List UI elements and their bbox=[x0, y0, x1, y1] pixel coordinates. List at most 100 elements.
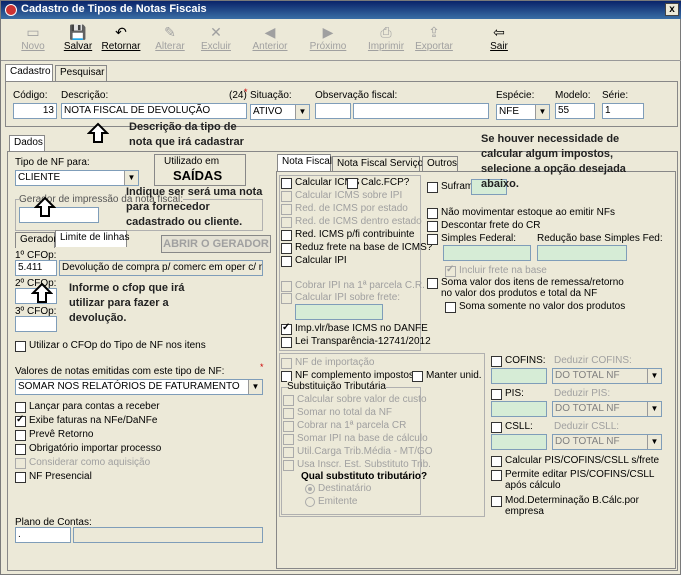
utilizar-cfop-checkbox[interactable]: Utilizar o CFOp do Tipo de NF nos itens bbox=[15, 340, 206, 352]
toolbar-imprimir-button[interactable]: ⎙ Imprimir bbox=[364, 23, 408, 59]
tab-nota-fiscal-servico[interactable]: Nota Fiscal Serviço bbox=[332, 156, 423, 172]
chevron-down-icon[interactable]: ▼ bbox=[124, 171, 138, 185]
deduzir-cofins-select[interactable]: DO TOTAL NF ▼ bbox=[552, 368, 662, 384]
toolbar-exportar-button[interactable]: ⇪ Exportar bbox=[412, 23, 456, 59]
tab-gerador[interactable]: Gerador bbox=[15, 232, 57, 248]
gerador-field[interactable] bbox=[19, 207, 99, 223]
tipo-nf-select[interactable]: CLIENTE ▼ bbox=[15, 170, 139, 186]
cfop3-field[interactable] bbox=[15, 316, 57, 332]
toolbar-sair-button[interactable]: ⇦ Sair bbox=[477, 23, 521, 59]
nf-presencial-checkbox[interactable]: NF Presencial bbox=[15, 471, 92, 483]
somar-no-total-da-nf-checkbox[interactable]: Somar no total da NF bbox=[283, 407, 392, 419]
reduz-frete-na-base-de-icms-checkbox[interactable]: Reduz frete na base de ICMS? bbox=[281, 242, 432, 254]
simples-federal-field[interactable] bbox=[443, 245, 531, 261]
title-bar: Cadastro de Tipos de Notas Fiscais x bbox=[1, 1, 681, 19]
toolbar-exportar-label: Exportar bbox=[415, 41, 453, 52]
tab-nota-fiscal[interactable]: Nota Fiscal bbox=[277, 154, 332, 171]
imp-vlr-base-icms-no-danfe-checkbox[interactable]: Imp.vlr/base ICMS no DANFE bbox=[281, 322, 428, 335]
obs-fiscal-code[interactable] bbox=[315, 103, 351, 119]
chevron-down-icon[interactable]: ▼ bbox=[248, 380, 262, 394]
tab-dados[interactable]: Dados bbox=[9, 135, 45, 152]
nf-de-importacao-checkbox[interactable]: NF de importação bbox=[281, 357, 374, 369]
chevron-down-icon[interactable]: ▼ bbox=[647, 369, 661, 383]
red-icms-p-fi-contribuinte-checkbox[interactable]: Red. ICMS p/fi contribuinte bbox=[281, 229, 415, 241]
calcular-ipi-checkbox[interactable]: Calcular IPI bbox=[281, 255, 347, 267]
obrigatorio-importar-processo-checkbox[interactable]: Obrigatório importar processo bbox=[15, 443, 161, 455]
nao-movimentar-estoque-ao-emitir-nfs-checkbox[interactable]: Não movimentar estoque ao emitir NFs bbox=[427, 207, 615, 219]
reducao-field[interactable] bbox=[537, 245, 627, 261]
chevron-down-icon[interactable]: ▼ bbox=[647, 402, 661, 416]
red-de-icms-dentro-estado-checkbox[interactable]: Red. de ICMS dentro estado bbox=[281, 216, 422, 228]
usa-inscr-est-substituto-trib-checkbox[interactable]: Usa Inscr. Est. Substituto Trib. bbox=[283, 459, 431, 471]
modelo-field[interactable]: 55 bbox=[555, 103, 595, 119]
cobrar-ipi-na-1-parcela-c-r-checkbox[interactable]: Cobrar IPI na 1ª parcela C.R. bbox=[281, 280, 425, 292]
tab-limite-linhas[interactable]: Limite de linhas bbox=[55, 230, 129, 247]
calcular-sobre-valor-de-custo-checkbox[interactable]: Calcular sobre valor de custo bbox=[283, 394, 427, 406]
toolbar-proximo-button[interactable]: ▶ Próximo bbox=[306, 23, 350, 59]
calcular-pis-cofins-csll-s-frete-checkbox[interactable]: Calcular PIS/COFINS/CSLL s/frete bbox=[491, 455, 671, 467]
calc-fcp-checkbox[interactable]: Calc.FCP? bbox=[347, 177, 409, 189]
somar-ipi-na-base-de-calculo-checkbox[interactable]: Somar IPI na base de cálculo bbox=[283, 433, 428, 445]
csll-field[interactable] bbox=[491, 434, 547, 450]
plano-contas-code[interactable]: . bbox=[15, 527, 71, 543]
permite-editar-pis-cofins-csll-apos-calculo-checkbox[interactable]: Permite editar PIS/COFINS/CSLL após cálc… bbox=[491, 469, 671, 491]
incluir-frete-checkbox[interactable]: Incluir frete na base bbox=[445, 264, 547, 277]
calcular-ipi-sobre-frete-checkbox[interactable]: Calcular IPI sobre frete: bbox=[281, 292, 400, 304]
soma-somente-checkbox[interactable]: Soma somente no valor dos produtos bbox=[445, 301, 625, 313]
descontar-frete-do-cr-checkbox[interactable]: Descontar frete do CR bbox=[427, 220, 541, 232]
chevron-down-icon[interactable]: ▼ bbox=[295, 105, 309, 119]
deduzir-pis-select[interactable]: DO TOTAL NF ▼ bbox=[552, 401, 662, 417]
util-carga-trib-media-mt-go-checkbox[interactable]: Util.Carga Trib.Média - MT/GO bbox=[283, 446, 433, 458]
pis-checkbox[interactable]: PIS: bbox=[491, 388, 524, 400]
situacao-select[interactable]: ATIVO ▼ bbox=[250, 104, 310, 120]
nf-complemento-impostos-checkbox[interactable]: NF complemento impostos bbox=[281, 370, 414, 382]
lancar-para-contas-a-receber-checkbox[interactable]: Lançar para contas a receber bbox=[15, 401, 160, 413]
toolbar-alterar-button[interactable]: ✎ Alterar bbox=[148, 23, 192, 59]
ipi-frete-field[interactable] bbox=[295, 304, 383, 320]
toolbar-excluir-button[interactable]: ✕ Excluir bbox=[194, 23, 238, 59]
toolbar-imprimir-label: Imprimir bbox=[367, 41, 405, 52]
soma-remessa-checkbox[interactable]: Soma valor dos itens de remessa/retorno … bbox=[427, 277, 632, 299]
obs-fiscal-desc[interactable] bbox=[353, 103, 489, 119]
save-icon: 💾 bbox=[69, 24, 87, 40]
calcular-icms-sobre-ipi-checkbox[interactable]: Calcular ICMS sobre IPI bbox=[281, 190, 402, 202]
cobrar-na-1-parcela-cr-checkbox[interactable]: Cobrar na 1ª parcela CR bbox=[283, 420, 406, 432]
cfop1-field[interactable]: 5.411 bbox=[15, 260, 57, 276]
annotation-tipo: Indique ser será uma nota para fornecedo… bbox=[126, 185, 268, 230]
mod-determinacao-b-calc-por-empresa-checkbox[interactable]: Mod.Determinação B.Cálc.por empresa bbox=[491, 495, 671, 517]
deduzir-cofins-value: DO TOTAL NF bbox=[555, 370, 620, 381]
descricao-field[interactable]: NOTA FISCAL DE DEVOLUÇÃO bbox=[61, 103, 247, 119]
exibe-faturas-na-nfe-danfe-checkbox[interactable]: Exibe faturas na NFe/DaNFe bbox=[15, 414, 157, 427]
simples-federal-checkbox[interactable]: Simples Federal: bbox=[427, 233, 516, 245]
abrir-gerador-button[interactable]: ABRIR O GERADOR bbox=[161, 235, 271, 253]
pis-field[interactable] bbox=[491, 401, 547, 417]
chevron-down-icon[interactable]: ▼ bbox=[647, 435, 661, 449]
toolbar-salvar-button[interactable]: 💾 Salvar bbox=[56, 23, 100, 59]
tab-cadastro[interactable]: Cadastro bbox=[5, 64, 53, 81]
cofins-checkbox[interactable]: COFINS: bbox=[491, 355, 546, 367]
csll-checkbox[interactable]: CSLL: bbox=[491, 421, 533, 433]
toolbar-novo-button[interactable]: ▭ Novo bbox=[11, 23, 55, 59]
substituto-emitente-radio[interactable]: Emitente bbox=[305, 496, 357, 507]
serie-field[interactable]: 1 bbox=[602, 103, 644, 119]
substituto-destinatario-radio[interactable]: Destinatário bbox=[305, 483, 371, 494]
manter-unid-checkbox[interactable]: Manter unid. bbox=[412, 370, 482, 382]
close-button[interactable]: x bbox=[665, 3, 679, 16]
lei-transparencia-12741-2012-checkbox[interactable]: Lei Transparência-12741/2012 bbox=[281, 336, 431, 348]
toolbar-retornar-button[interactable]: ↶ Retornar bbox=[99, 23, 143, 59]
codigo-field[interactable]: 13 bbox=[13, 103, 57, 119]
chevron-down-icon[interactable]: ▼ bbox=[535, 105, 549, 119]
toolbar-anterior-button[interactable]: ◀ Anterior bbox=[248, 23, 292, 59]
red-de-icms-por-estado-checkbox[interactable]: Red. de ICMS por estado bbox=[281, 203, 408, 215]
valores-select[interactable]: SOMAR NOS RELATÓRIOS DE FATURAMENTO ▼ bbox=[15, 379, 263, 395]
window-title: Cadastro de Tipos de Notas Fiscais bbox=[21, 3, 207, 15]
tab-outros[interactable]: Outros bbox=[422, 156, 458, 172]
tab-pesquisar[interactable]: Pesquisar bbox=[55, 65, 107, 81]
preve-retorno-checkbox[interactable]: Prevê Retorno bbox=[15, 429, 93, 441]
deduzir-csll-select[interactable]: DO TOTAL NF ▼ bbox=[552, 434, 662, 450]
especie-label: Espécie: bbox=[496, 90, 535, 101]
cofins-field[interactable] bbox=[491, 368, 547, 384]
considerar-como-aquisicao-checkbox[interactable]: Considerar como aquisição bbox=[15, 457, 150, 469]
especie-select[interactable]: NFE ▼ bbox=[496, 104, 550, 120]
annotation-cfop-text: Informe o cfop que irá utilizar para faz… bbox=[69, 282, 185, 324]
